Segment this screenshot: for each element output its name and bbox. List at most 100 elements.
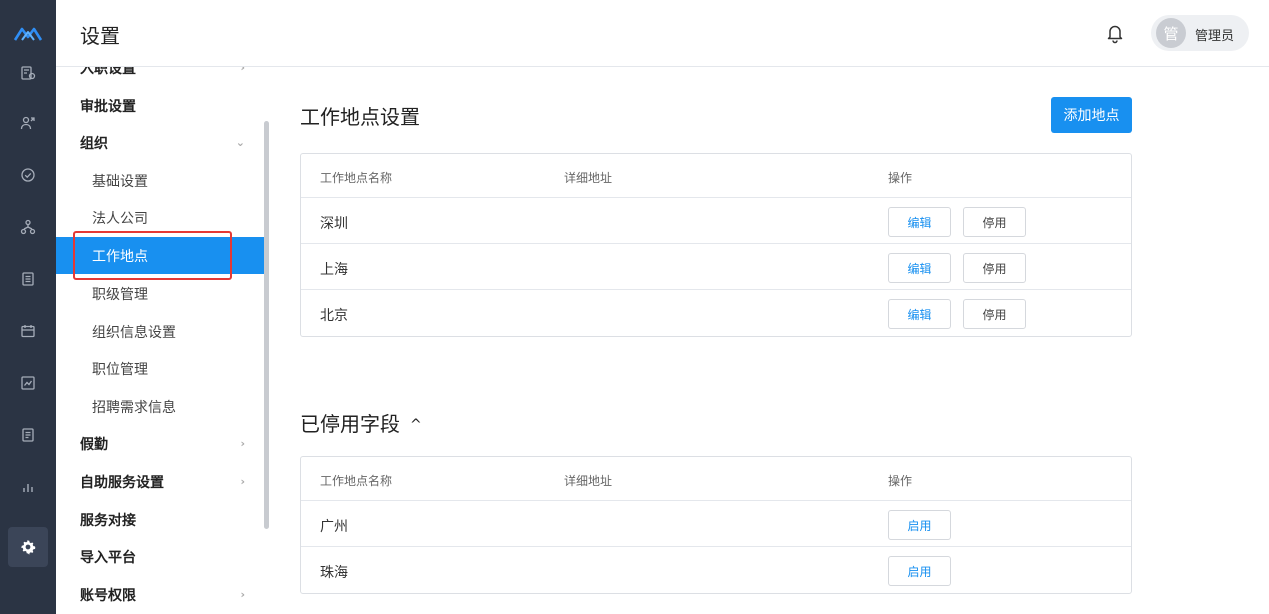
column-header-address: 详细地址 <box>564 171 613 185</box>
column-header-actions: 操作 <box>888 474 913 488</box>
location-name: 珠海 <box>320 565 348 581</box>
chevron-up-icon[interactable]: ^ <box>410 417 422 433</box>
sidebar-item-label: 法人公司 <box>92 210 148 227</box>
enable-button[interactable]: 启用 <box>888 556 951 586</box>
disable-button[interactable]: 停用 <box>963 299 1026 329</box>
table-header: 工作地点名称 详细地址 操作 <box>301 154 1131 198</box>
table-row: 深圳 编辑 停用 <box>301 198 1131 244</box>
rail-approval[interactable] <box>0 160 56 190</box>
section-title: 工作地点设置 <box>300 105 420 129</box>
org-tree-icon <box>20 219 36 235</box>
gear-icon <box>21 540 36 555</box>
disabled-location-table: 工作地点名称 详细地址 操作 广州 启用 珠海 启用 <box>300 456 1132 594</box>
sidebar-item-import-platform[interactable]: 导入平台 <box>56 538 265 575</box>
table-header: 工作地点名称 详细地址 操作 <box>301 457 1131 501</box>
sidebar-item-basic-settings[interactable]: 基础设置 <box>56 162 265 199</box>
sidebar-item-label: 自助服务设置 <box>80 474 164 491</box>
id-card-icon <box>21 66 36 80</box>
sidebar-item-service-integration[interactable]: 服务对接 <box>56 501 265 538</box>
rail-org[interactable] <box>0 212 56 242</box>
avatar: 管 <box>1156 18 1186 48</box>
rail-stats[interactable] <box>0 472 56 502</box>
sidebar-item-organization[interactable]: 组织 ⌄ <box>56 124 265 161</box>
enable-button[interactable]: 启用 <box>888 510 951 540</box>
disable-button[interactable]: 停用 <box>963 253 1026 283</box>
edit-button[interactable]: 编辑 <box>888 253 951 283</box>
sidebar-item-label: 工作地点 <box>92 248 148 265</box>
table-row: 广州 启用 <box>301 501 1131 547</box>
table-row: 北京 编辑 停用 <box>301 290 1131 336</box>
disabled-section-label: 已停用字段 <box>300 412 400 436</box>
column-header-name: 工作地点名称 <box>320 171 393 185</box>
app-logo[interactable] <box>0 0 56 67</box>
location-name: 广州 <box>320 519 348 535</box>
sidebar-item-label: 组织信息设置 <box>92 324 176 341</box>
sidebar-item-approval[interactable]: 审批设置 <box>56 87 265 124</box>
rail-id-card[interactable] <box>0 58 56 88</box>
edit-button[interactable]: 编辑 <box>888 207 951 237</box>
column-header-actions: 操作 <box>888 171 913 185</box>
chevron-right-icon: › <box>240 67 245 74</box>
chevron-right-icon: › <box>240 437 245 450</box>
calendar-icon <box>21 325 35 338</box>
sidebar-item-attendance[interactable]: 假勤 › <box>56 425 265 462</box>
check-circle-icon <box>21 168 35 182</box>
list-doc-icon <box>22 428 34 442</box>
sidebar-item-label: 入职设置 <box>80 67 136 77</box>
sidebar-item-legal-company[interactable]: 法人公司 <box>56 199 265 236</box>
column-header-address: 详细地址 <box>564 474 613 488</box>
main-content: 工作地点设置 添加地点 工作地点名称 详细地址 操作 深圳 编辑 停用 上海 编… <box>269 67 1269 614</box>
sidebar-item-label: 账号权限 <box>80 587 136 604</box>
chevron-down-icon: ⌄ <box>235 136 245 149</box>
rail-settings[interactable] <box>8 527 48 567</box>
notification-button[interactable] <box>1105 22 1125 44</box>
user-name: 管理员 <box>1195 29 1235 44</box>
disabled-section-title[interactable]: 已停用字段 ^ <box>300 408 422 437</box>
bell-icon <box>1107 25 1123 44</box>
chart-card-icon <box>21 376 35 390</box>
sidebar-item-account-permissions[interactable]: 账号权限 › <box>56 576 265 613</box>
sidebar-item-recruitment[interactable]: 招聘需求信息 <box>56 388 265 425</box>
table-row: 珠海 启用 <box>301 547 1131 593</box>
icon-rail <box>0 0 56 614</box>
sidebar-item-label: 组织 <box>80 135 108 152</box>
location-table: 工作地点名称 详细地址 操作 深圳 编辑 停用 上海 编辑 停用 北京 编辑 停… <box>300 153 1132 337</box>
chevron-right-icon: › <box>240 588 245 601</box>
location-name: 北京 <box>320 308 348 324</box>
disable-button[interactable]: 停用 <box>963 207 1026 237</box>
sidebar-item-label: 审批设置 <box>80 98 136 115</box>
top-header: 设置 管 管理员 <box>56 0 1269 67</box>
rail-calendar[interactable] <box>0 316 56 346</box>
location-name: 上海 <box>320 262 348 278</box>
settings-sidebar: 入职设置 › 审批设置 组织 ⌄ 基础设置 法人公司 工作地点 职级管理 组织信… <box>56 67 269 614</box>
sidebar-item-label: 导入平台 <box>80 549 136 566</box>
sidebar-item-onboarding[interactable]: 入职设置 › <box>56 67 265 86</box>
page-title: 设置 <box>80 24 120 48</box>
sidebar-item-position[interactable]: 职位管理 <box>56 350 265 387</box>
edit-button[interactable]: 编辑 <box>888 299 951 329</box>
user-arrow-icon <box>20 116 35 130</box>
rail-list[interactable] <box>0 420 56 450</box>
sidebar-item-label: 职位管理 <box>92 361 148 378</box>
sidebar-item-org-info[interactable]: 组织信息设置 <box>56 313 265 350</box>
user-menu[interactable]: 管 管理员 <box>1151 15 1249 51</box>
sidebar-item-job-level[interactable]: 职级管理 <box>56 275 265 312</box>
add-location-button[interactable]: 添加地点 <box>1051 97 1132 133</box>
column-header-name: 工作地点名称 <box>320 474 393 488</box>
document-icon <box>22 272 34 286</box>
rail-people[interactable] <box>0 108 56 138</box>
sidebar-item-label: 职级管理 <box>92 286 148 303</box>
rail-report[interactable] <box>0 368 56 398</box>
bar-chart-icon <box>23 484 33 492</box>
sidebar-item-label: 招聘需求信息 <box>92 399 176 416</box>
sidebar-item-self-service[interactable]: 自助服务设置 › <box>56 463 265 500</box>
location-name: 深圳 <box>320 216 348 232</box>
rail-document[interactable] <box>0 264 56 294</box>
table-row: 上海 编辑 停用 <box>301 244 1131 290</box>
sidebar-item-label: 假勤 <box>80 436 108 453</box>
sidebar-item-label: 服务对接 <box>80 512 136 529</box>
sidebar-item-label: 基础设置 <box>92 173 148 190</box>
sidebar-item-work-location[interactable]: 工作地点 <box>56 237 265 274</box>
mountain-logo-icon <box>13 27 43 41</box>
chevron-right-icon: › <box>240 475 245 488</box>
